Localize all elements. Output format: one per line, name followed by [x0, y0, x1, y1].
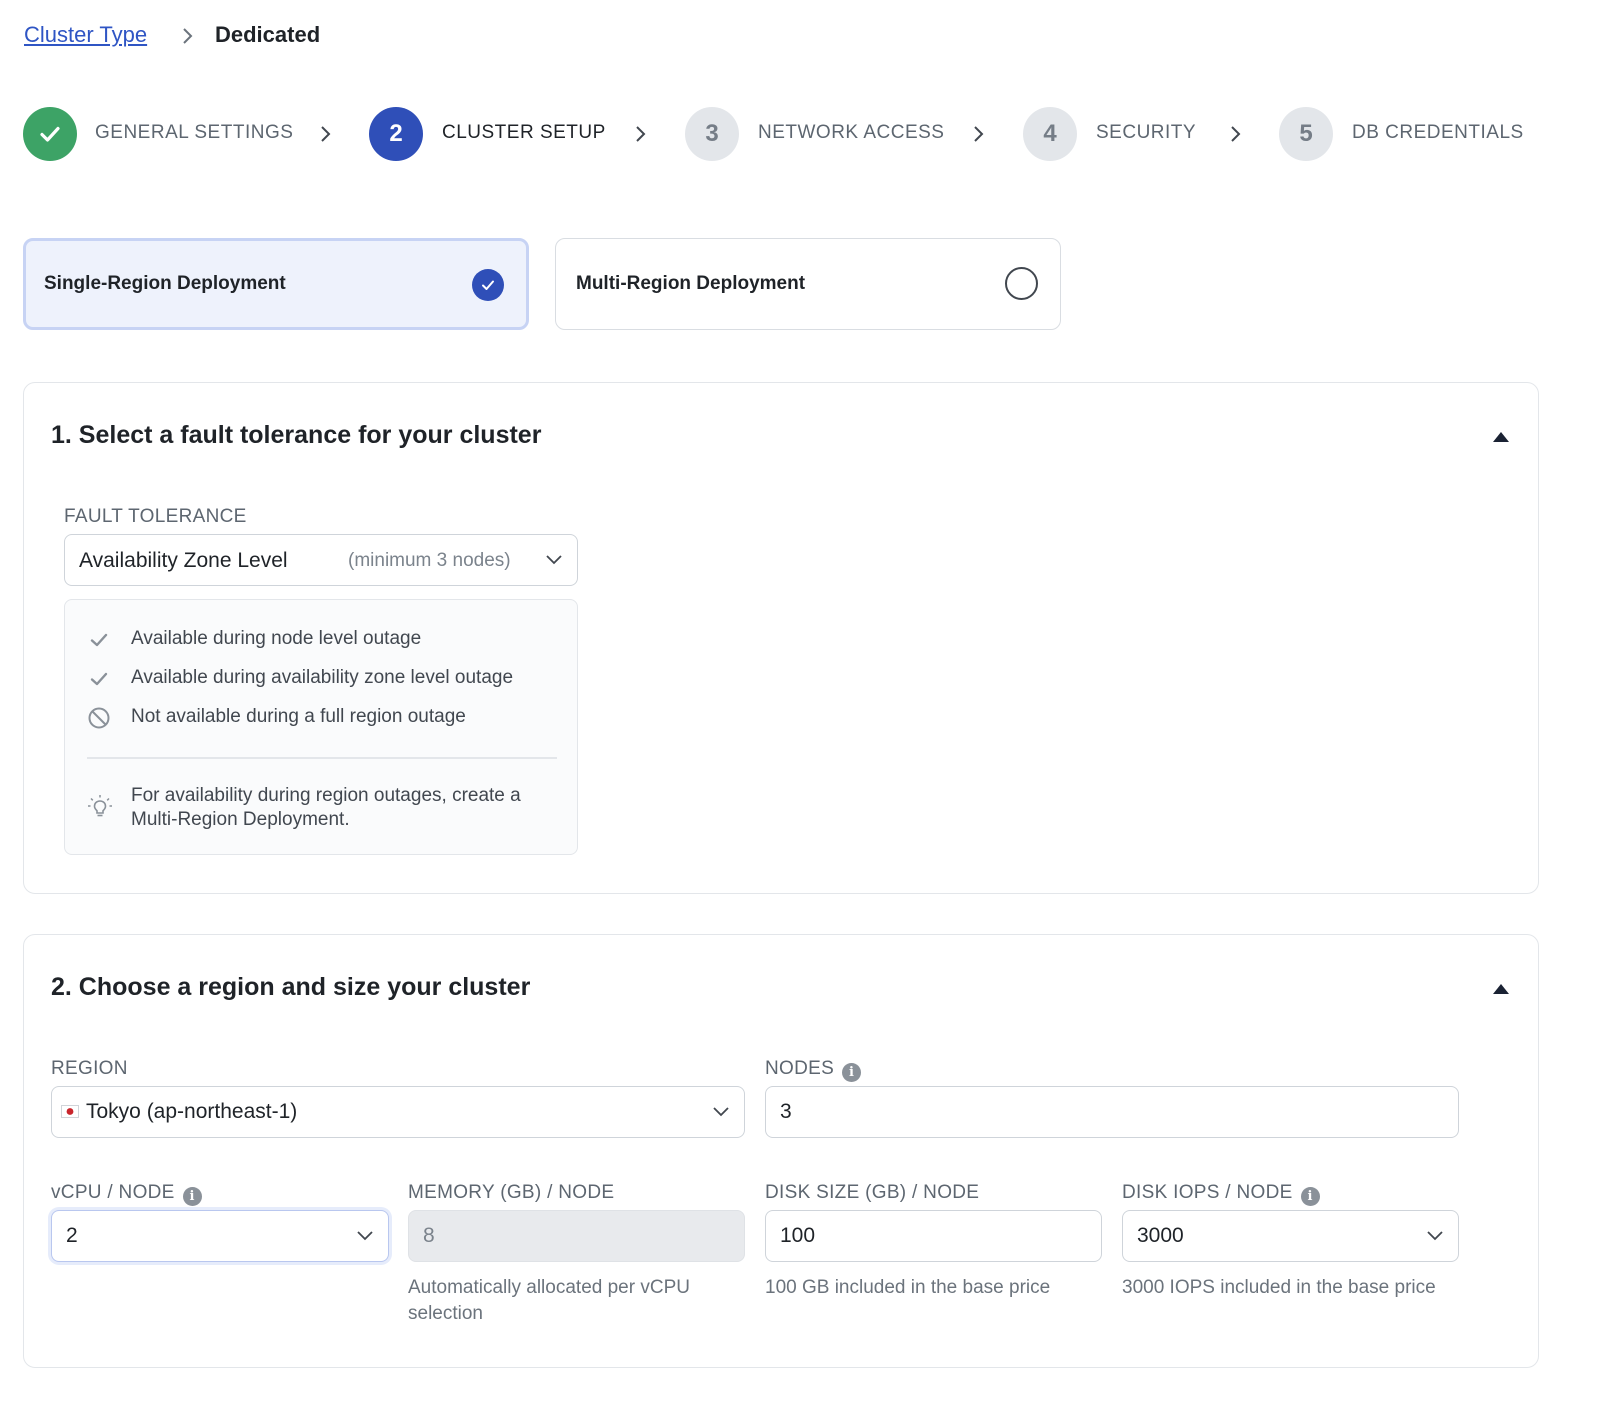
nodes-label-text: NODES	[765, 1058, 835, 1079]
step-4-circle: 4	[1023, 107, 1077, 161]
nodes-label: NODES i	[765, 1058, 862, 1082]
vcpu-label-text: vCPU / NODE	[51, 1182, 175, 1203]
chevron-right-icon	[974, 126, 984, 142]
memory-value: 8	[423, 1224, 435, 1247]
caret-up-icon[interactable]	[1491, 982, 1511, 996]
fault-tolerance-hint: (minimum 3 nodes)	[348, 550, 511, 571]
chevron-right-icon	[183, 28, 193, 44]
fault-tolerance-value: Availability Zone Level	[79, 549, 288, 572]
disk-iops-label: DISK IOPS / NODE i	[1122, 1182, 1320, 1206]
japan-flag-icon	[61, 1105, 79, 1118]
step-3-label: NETWORK ACCESS	[758, 122, 945, 143]
disk-size-input[interactable]: 100	[765, 1210, 1102, 1262]
section-title: 1. Select a fault tolerance for your clu…	[51, 421, 542, 449]
disk-size-helper: 100 GB included in the base price	[765, 1277, 1051, 1298]
disk-size-label: DISK SIZE (GB) / NODE	[765, 1182, 980, 1203]
disk-iops-select[interactable]: 3000	[1122, 1210, 1459, 1262]
info-icon[interactable]: i	[842, 1063, 862, 1082]
disk-iops-value: 3000	[1137, 1224, 1184, 1247]
info-item: Available during node level outage	[131, 628, 422, 649]
memory-helper-line-2: selection	[408, 1303, 483, 1324]
step-5-label: DB CREDENTIALS	[1352, 122, 1524, 143]
radio-checked-icon[interactable]	[472, 269, 504, 301]
nodes-value: 3	[780, 1100, 792, 1123]
chevron-right-icon	[321, 126, 331, 142]
chevron-down-icon	[546, 555, 562, 565]
info-icon[interactable]: i	[1300, 1187, 1320, 1206]
breadcrumb-link-cluster-type[interactable]: Cluster Type	[24, 22, 147, 48]
memory-input: 8	[408, 1210, 745, 1262]
nodes-input[interactable]: 3	[765, 1086, 1459, 1138]
region-select[interactable]: Tokyo (ap-northeast-1)	[51, 1086, 745, 1138]
step-1-circle	[23, 107, 77, 161]
caret-up-icon[interactable]	[1491, 430, 1511, 444]
single-region-deployment-label: Single-Region Deployment	[44, 273, 286, 294]
check-icon	[90, 633, 108, 647]
chevron-down-icon	[357, 1231, 373, 1241]
disk-iops-helper: 3000 IOPS included in the base price	[1122, 1277, 1436, 1298]
check-icon	[90, 672, 108, 686]
step-3-circle: 3	[685, 107, 739, 161]
info-icon[interactable]: i	[182, 1187, 202, 1206]
info-item: Available during availability zone level…	[131, 667, 514, 688]
chevron-right-icon	[1231, 126, 1241, 142]
chevron-down-icon	[713, 1107, 729, 1117]
breadcrumb-current: Dedicated	[215, 22, 321, 47]
check-icon	[40, 126, 60, 142]
tip-text-line-1: For availability during region outages, …	[131, 785, 521, 806]
multi-region-deployment-card[interactable]: Multi-Region Deployment	[555, 238, 1061, 330]
disk-iops-label-text: DISK IOPS / NODE	[1122, 1182, 1293, 1203]
tip-text-line-2: Multi-Region Deployment.	[131, 809, 350, 830]
region-value: Tokyo (ap-northeast-1)	[86, 1100, 298, 1123]
vcpu-label: vCPU / NODE i	[51, 1182, 202, 1206]
step-4-label: SECURITY	[1096, 122, 1197, 143]
step-2-label: CLUSTER SETUP	[442, 122, 606, 143]
step-2-circle: 2	[369, 107, 423, 161]
memory-helper-line-1: Automatically allocated per vCPU	[408, 1277, 690, 1298]
check-icon	[482, 280, 494, 290]
fault-tolerance-info-panel: Available during node level outage Avail…	[64, 599, 578, 855]
ban-icon	[88, 707, 110, 729]
region-label: REGION	[51, 1058, 128, 1079]
vcpu-select[interactable]: 2	[51, 1210, 389, 1262]
divider	[87, 757, 557, 759]
lightbulb-icon	[88, 795, 112, 817]
step-1-label: GENERAL SETTINGS	[95, 122, 294, 143]
info-item: Not available during a full region outag…	[131, 706, 466, 727]
memory-label: MEMORY (GB) / NODE	[408, 1182, 615, 1203]
vcpu-value: 2	[66, 1224, 78, 1247]
disk-size-value: 100	[780, 1224, 816, 1247]
fault-tolerance-label: FAULT TOLERANCE	[64, 506, 247, 527]
step-5-circle: 5	[1279, 107, 1333, 161]
region-size-section: 2. Choose a region and size your cluster	[23, 934, 1539, 1368]
chevron-down-icon	[1427, 1231, 1443, 1241]
single-region-deployment-card[interactable]: Single-Region Deployment	[23, 238, 529, 330]
chevron-right-icon	[636, 126, 646, 142]
fault-tolerance-select[interactable]: Availability Zone Level (minimum 3 nodes…	[64, 534, 578, 586]
radio-unchecked-icon[interactable]	[1005, 267, 1038, 300]
section-title: 2. Choose a region and size your cluster	[51, 973, 531, 1001]
multi-region-deployment-label: Multi-Region Deployment	[576, 273, 806, 294]
